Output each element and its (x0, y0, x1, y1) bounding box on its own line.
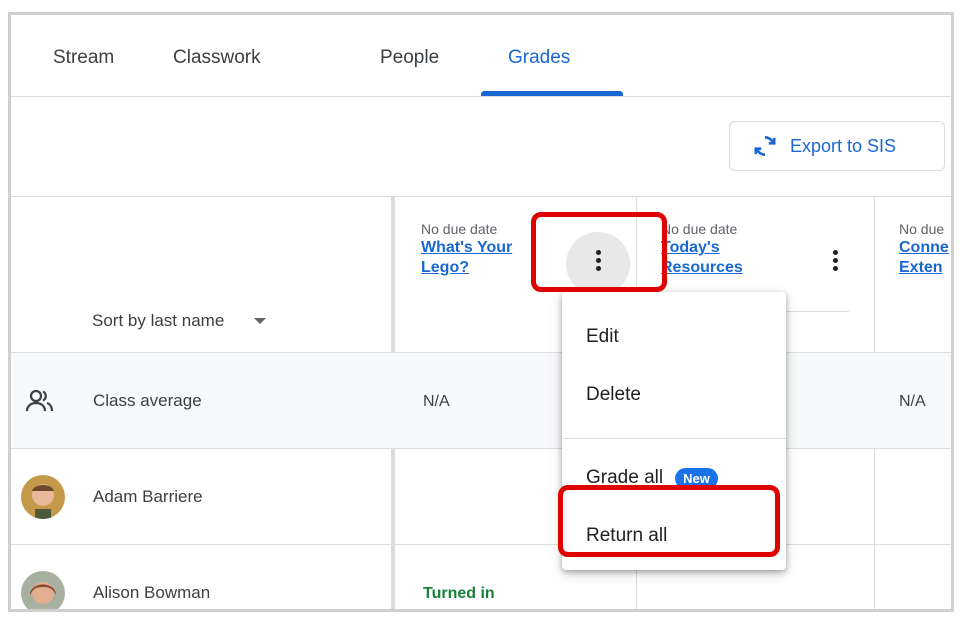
assignment-header: No due date What's Your Lego? (421, 221, 512, 278)
sort-label: Sort by last name (92, 311, 225, 330)
grade-cell: N/A (423, 393, 450, 410)
tab-bar: Stream Classwork People Grades (11, 15, 951, 97)
student-name[interactable]: Adam Barriere (93, 487, 203, 507)
menu-item-delete[interactable]: Delete (586, 384, 641, 406)
export-label: Export to SIS (790, 135, 897, 156)
caret-down-icon (254, 318, 267, 324)
more-vert-icon[interactable] (595, 250, 601, 271)
status-turned-in[interactable]: Turned in (423, 585, 495, 603)
due-date: No due date (661, 221, 738, 237)
menu-item-grade-all[interactable]: Grade all New (586, 467, 718, 489)
due-date: No due (899, 221, 945, 237)
assignment-header: No due Conne Exten (899, 221, 949, 278)
sort-dropdown[interactable]: Sort by last name (92, 311, 267, 331)
people-icon (25, 389, 54, 412)
new-badge: New (675, 467, 718, 489)
menu-item-label: Edit (586, 326, 619, 347)
avatar (21, 475, 65, 519)
student-name[interactable]: Alison Bowman (93, 583, 210, 603)
gradebook-frame: Stream Classwork People Grades Export to… (8, 12, 954, 612)
toolbar: Export to SIS (11, 97, 951, 197)
export-to-sis-button[interactable]: Export to SIS (729, 121, 945, 171)
grade-cell: N/A (899, 393, 926, 410)
assignment-header: No due date Today's Resources (661, 221, 743, 278)
tab-people[interactable]: People (380, 47, 439, 69)
assignment-title-line2[interactable]: Lego? (421, 258, 512, 278)
assignment-title-line1[interactable]: Conne (899, 238, 949, 258)
avatar (21, 571, 65, 609)
assignment-options-menu: Edit Delete Grade all New Return all (562, 292, 786, 570)
assignment-title-line2[interactable]: Exten (899, 258, 949, 278)
sync-icon (754, 136, 776, 156)
menu-item-edit[interactable]: Edit (586, 326, 619, 348)
menu-item-return-all[interactable]: Return all (586, 525, 667, 547)
tab-stream[interactable]: Stream (53, 47, 114, 69)
class-average-row: Class average N/A N/A (11, 353, 951, 449)
tab-grades[interactable]: Grades (508, 47, 570, 69)
tab-classwork[interactable]: Classwork (173, 47, 261, 69)
student-row[interactable]: Alison Bowman Turned in (11, 545, 951, 609)
menu-item-label: Return all (586, 525, 668, 546)
menu-item-label: Delete (586, 384, 641, 405)
active-tab-indicator (481, 91, 623, 96)
assignment-title-line2[interactable]: Resources (661, 258, 743, 278)
assignment-title-line1[interactable]: Today's (661, 238, 743, 258)
student-row[interactable]: Adam Barriere (11, 449, 951, 545)
menu-item-label: Grade all (586, 467, 664, 488)
assignment-title-line1[interactable]: What's Your (421, 238, 512, 258)
menu-divider (562, 438, 786, 439)
row-label: Class average (93, 391, 202, 410)
due-date: No due date (421, 221, 498, 237)
more-vert-icon[interactable] (832, 250, 838, 271)
